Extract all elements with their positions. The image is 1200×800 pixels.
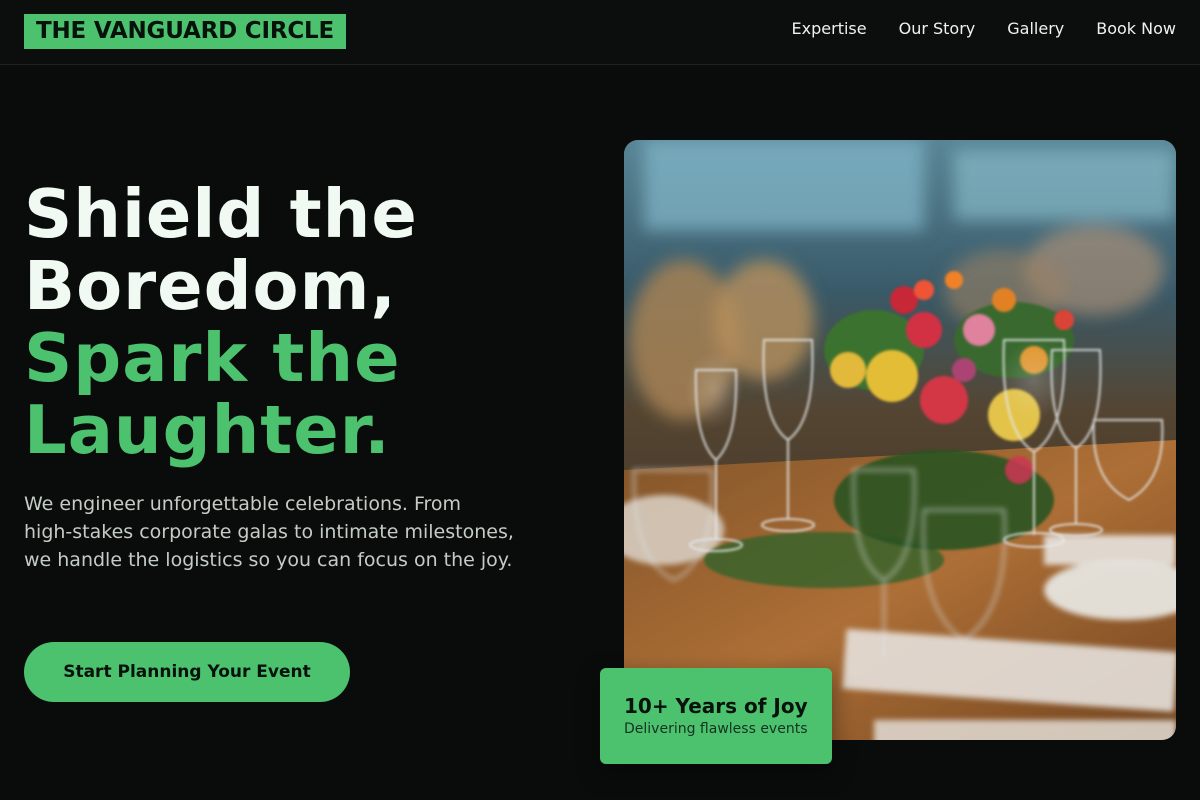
banquet-table-photo xyxy=(624,140,1176,740)
experience-badge: 10+ Years of Joy Delivering flawless eve… xyxy=(600,668,832,764)
hero-headline: Shield the Boredom, Spark the Laughter. xyxy=(24,178,584,466)
badge-subtitle: Delivering flawless events xyxy=(624,721,808,737)
hero-description: We engineer unforgettable celebrations. … xyxy=(24,493,514,571)
nav-link-our-story[interactable]: Our Story xyxy=(899,18,976,40)
nav-link-expertise[interactable]: Expertise xyxy=(792,18,867,40)
hero-headline-line-4: Laughter. xyxy=(24,391,391,469)
start-planning-button[interactable]: Start Planning Your Event xyxy=(24,642,350,702)
hero-headline-line-1: Shield the xyxy=(24,175,418,253)
main-nav: Expertise Our Story Gallery Book Now xyxy=(792,18,1176,40)
hero-headline-line-2: Boredom, xyxy=(24,247,397,325)
top-navigation-bar: THE VANGUARD CIRCLE Expertise Our Story … xyxy=(0,0,1200,65)
nav-link-gallery[interactable]: Gallery xyxy=(1007,18,1064,40)
nav-link-book-now[interactable]: Book Now xyxy=(1096,18,1176,40)
brand-logo[interactable]: THE VANGUARD CIRCLE xyxy=(24,14,346,49)
hero-headline-line-3: Spark the xyxy=(24,319,401,397)
badge-title: 10+ Years of Joy xyxy=(624,694,808,718)
landing-page: THE VANGUARD CIRCLE Expertise Our Story … xyxy=(0,0,1200,800)
